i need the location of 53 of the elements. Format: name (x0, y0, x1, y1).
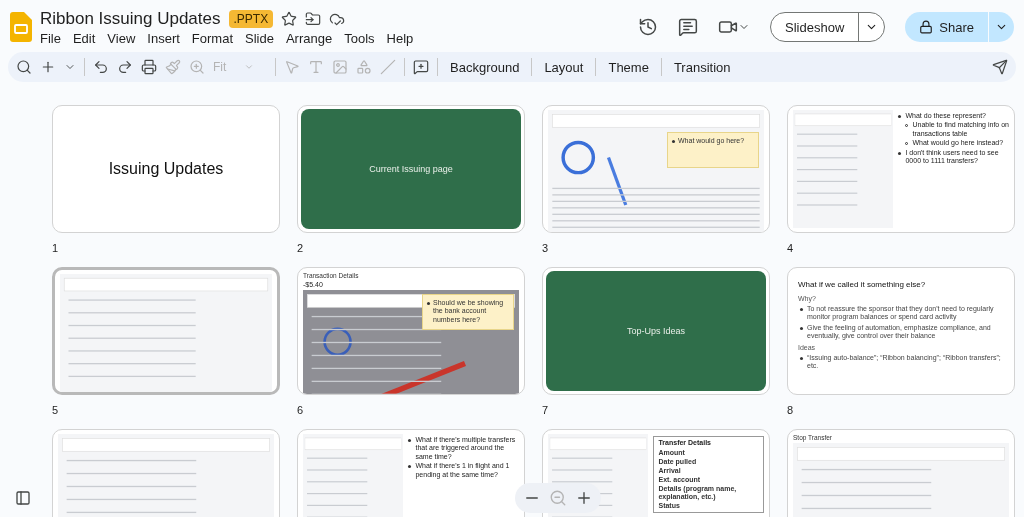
lock-icon (919, 20, 934, 34)
slide-number: 2 (297, 242, 305, 254)
slide-title: Top-Ups Ideas (627, 326, 685, 336)
slide-thumbnail[interactable]: Top-Ups Ideas (542, 267, 770, 395)
file-type-badge: .PPTX (228, 9, 274, 28)
bullet-icon (800, 356, 803, 360)
menu-item[interactable]: View (101, 30, 142, 46)
bullet-icon (800, 308, 803, 311)
menu-item[interactable]: Format (185, 30, 239, 46)
bullet-icon (672, 140, 675, 143)
bullet-icon (898, 115, 902, 118)
redo-icon[interactable] (117, 59, 133, 75)
slide-thumbnail[interactable]: Current Issuing page (297, 105, 525, 233)
slide-number: 4 (787, 242, 795, 254)
slide-title: Current Issuing page (369, 164, 453, 174)
caret-icon (244, 62, 255, 72)
slide-number: 1 (52, 242, 60, 254)
new-slide-icon[interactable] (40, 59, 56, 75)
toolbar-button[interactable]: Theme (604, 59, 653, 75)
menu-item[interactable]: Slide (239, 30, 280, 46)
toolbar-button[interactable]: Background (446, 59, 524, 75)
menu-item[interactable]: Arrange (279, 30, 339, 46)
toolbar-button[interactable]: Transition (669, 59, 735, 75)
bullet-icon (427, 302, 430, 305)
search-icon[interactable] (16, 59, 32, 75)
slide-number: 3 (542, 242, 550, 254)
history-icon[interactable] (638, 17, 659, 37)
star-icon[interactable] (281, 10, 298, 27)
menu-item[interactable]: Insert (141, 30, 186, 46)
bullet-icon (800, 326, 803, 330)
slide-number: 8 (787, 404, 795, 416)
bullet-icon (898, 151, 902, 155)
slide-title: Issuing Updates (108, 160, 224, 178)
menu-item[interactable]: File (34, 30, 67, 46)
slide-number: 6 (297, 404, 305, 416)
move-folder-icon[interactable] (305, 10, 322, 27)
slide-thumbnail[interactable] (787, 267, 1015, 395)
slide-title: What if we called it something else? (798, 280, 927, 289)
bullet-icon (408, 439, 412, 442)
menu-item[interactable]: Edit (66, 30, 102, 46)
print-icon[interactable] (141, 59, 157, 75)
slide-thumbnail[interactable]: Issuing Updates (52, 105, 280, 233)
menu-item[interactable]: Help (380, 30, 420, 46)
slide-number: 7 (542, 404, 550, 416)
document-title[interactable]: Ribbon Issuing Updates (40, 8, 221, 29)
undo-icon[interactable] (93, 59, 109, 75)
toolbar-button[interactable]: Layout (540, 59, 588, 75)
zoom-in-plus-icon[interactable] (575, 489, 593, 507)
menu-item[interactable]: Tools (338, 30, 381, 46)
bullet-icon (408, 465, 412, 469)
slide-number: 5 (52, 404, 60, 416)
comments-icon[interactable] (678, 17, 699, 37)
add-comment-icon[interactable] (413, 59, 429, 75)
